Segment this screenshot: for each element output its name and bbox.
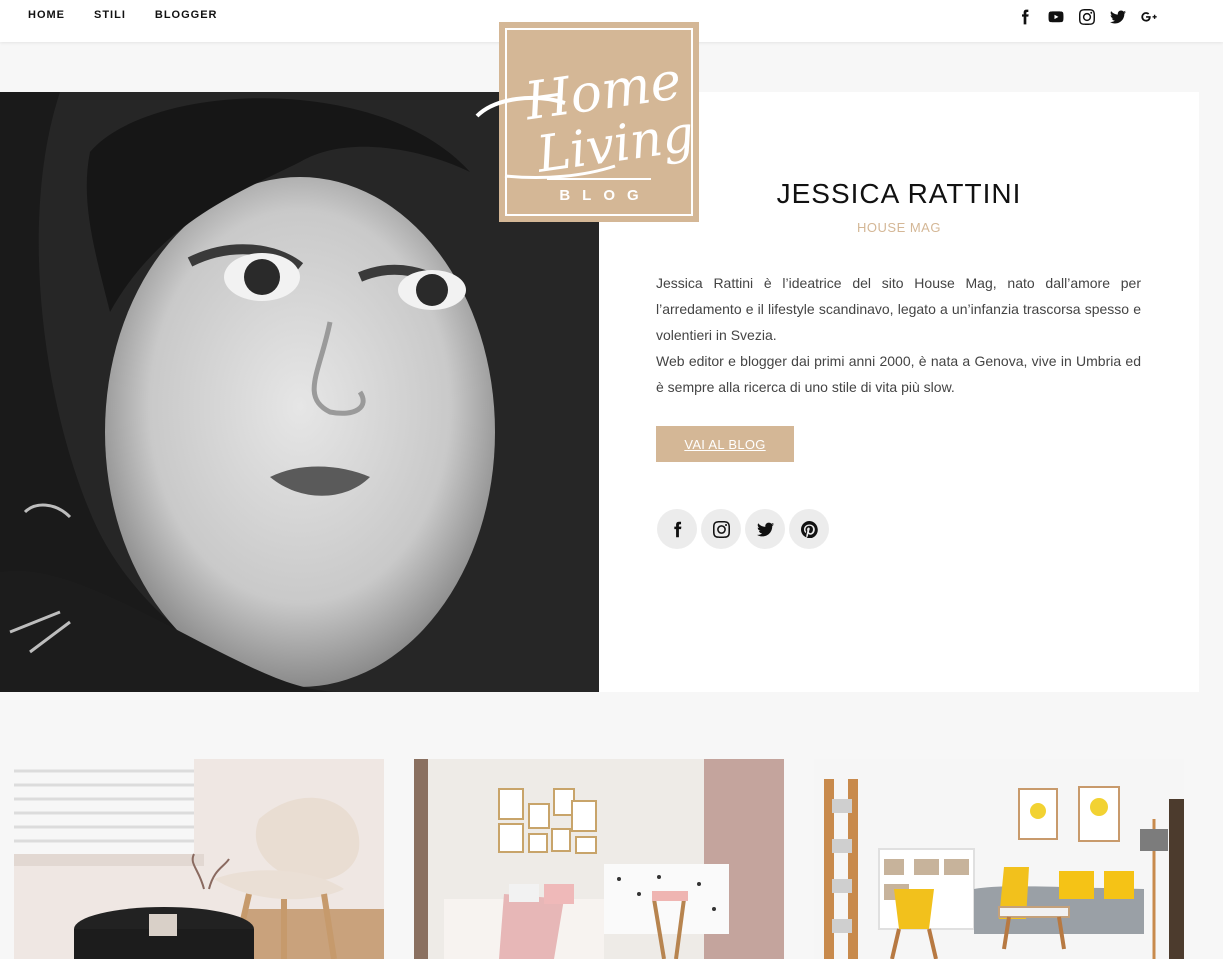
profile-pinterest-icon[interactable] — [789, 509, 829, 549]
profile-social-links — [657, 509, 829, 549]
google-plus-icon[interactable] — [1139, 7, 1159, 27]
article-thumbnail-2[interactable] — [414, 759, 784, 959]
twitter-icon[interactable] — [1108, 7, 1128, 27]
article-thumbnail-3[interactable] — [814, 759, 1184, 959]
logo-divider — [547, 178, 651, 180]
site-logo[interactable]: Home Living BLOG — [475, 22, 699, 222]
profile-instagram-icon[interactable] — [701, 509, 741, 549]
instagram-icon[interactable] — [1077, 7, 1097, 27]
profile-subtitle: HOUSE MAG — [857, 220, 941, 235]
article-thumbnail-1[interactable] — [14, 759, 384, 959]
facebook-icon[interactable] — [1015, 7, 1035, 27]
go-to-blog-button[interactable]: VAI AL BLOG — [656, 426, 794, 462]
profile-twitter-icon[interactable] — [745, 509, 785, 549]
nav-item-blogger[interactable]: BLOGGER — [155, 9, 218, 21]
header-social-links — [1015, 7, 1159, 27]
bio-paragraph-1: Jessica Rattini è l’ideatrice del sito H… — [656, 275, 1141, 343]
profile-facebook-icon[interactable] — [657, 509, 697, 549]
logo-blog-text: BLOG — [559, 187, 651, 204]
youtube-icon[interactable] — [1046, 7, 1066, 27]
profile-bio: Jessica Rattini è l’ideatrice del sito H… — [656, 270, 1141, 400]
nav-item-home[interactable]: HOME — [28, 9, 65, 21]
bio-paragraph-2: Web editor e blogger dai primi anni 2000… — [656, 353, 1141, 395]
main-nav: HOME STILI BLOGGER — [28, 9, 247, 21]
nav-item-stili[interactable]: STILI — [94, 9, 126, 21]
